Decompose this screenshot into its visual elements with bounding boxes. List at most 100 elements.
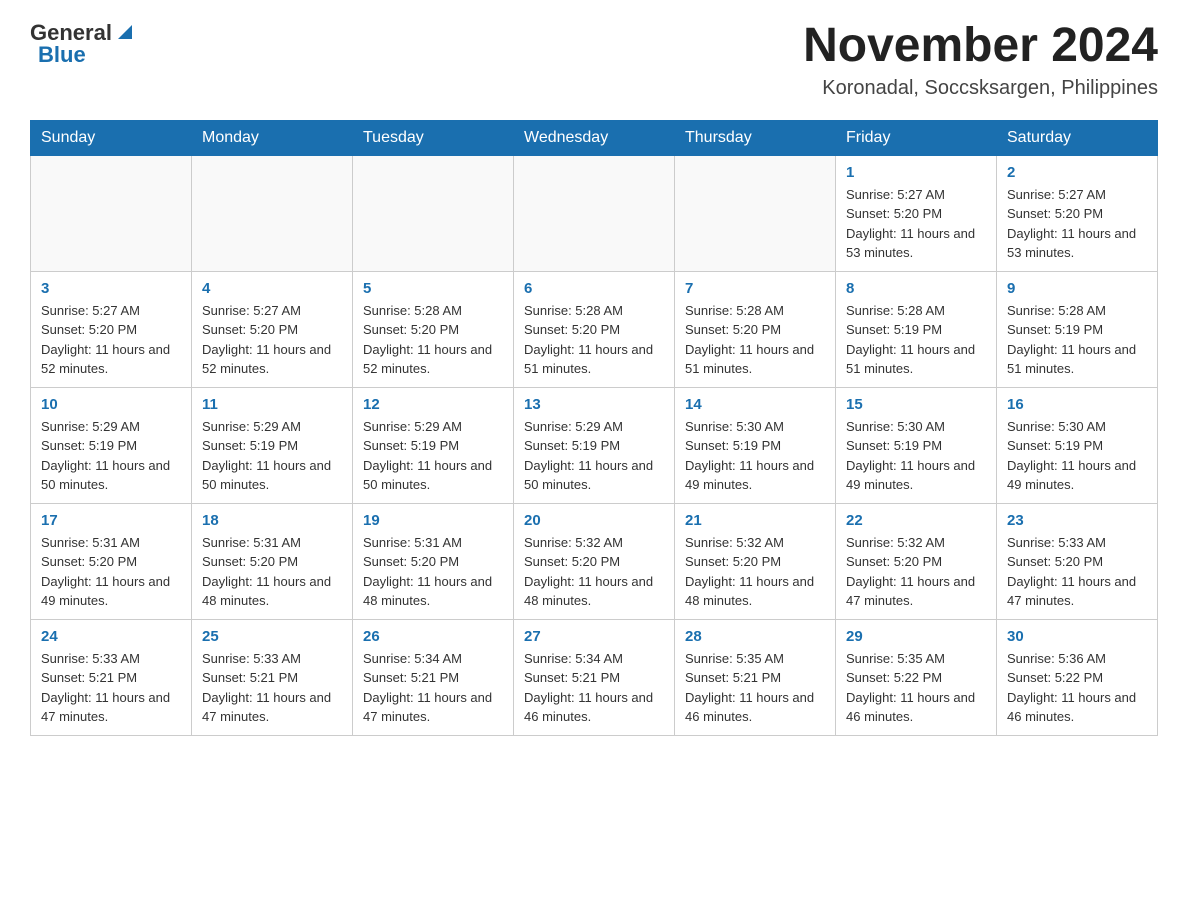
day-number: 29 (846, 628, 986, 645)
calendar-cell: 23 Sunrise: 5:33 AMSunset: 5:20 PMDayligh… (997, 503, 1158, 619)
day-info: Sunrise: 5:28 AMSunset: 5:19 PMDaylight:… (846, 301, 986, 379)
calendar-cell: 25 Sunrise: 5:33 AMSunset: 5:21 PMDayligh… (192, 619, 353, 735)
day-info: Sunrise: 5:27 AMSunset: 5:20 PMDaylight:… (202, 301, 342, 379)
calendar-cell (675, 155, 836, 271)
day-number: 11 (202, 396, 342, 413)
calendar-cell: 14Sunrise: 5:30 AMSunset: 5:19 PMDayligh… (675, 387, 836, 503)
day-info: Sunrise: 5:30 AMSunset: 5:19 PMDaylight:… (846, 417, 986, 495)
day-info: Sunrise: 5:30 AMSunset: 5:19 PMDaylight:… (685, 417, 825, 495)
calendar-cell: 19 Sunrise: 5:31 AMSunset: 5:20 PMDayligh… (353, 503, 514, 619)
day-number: 27 (524, 628, 664, 645)
day-number: 22 (846, 512, 986, 529)
page-header: General Blue November 2024 Koronadal, So… (30, 20, 1158, 100)
calendar-week-row: 24Sunrise: 5:33 AMSunset: 5:21 PMDayligh… (31, 619, 1158, 735)
day-number: 21 (685, 512, 825, 529)
day-info: Sunrise: 5:27 AMSunset: 5:20 PMDaylight:… (846, 185, 986, 263)
calendar-cell: 7Sunrise: 5:28 AMSunset: 5:20 PMDaylight… (675, 271, 836, 387)
day-info: Sunrise: 5:33 AMSunset: 5:20 PMDaylight:… (1007, 533, 1147, 611)
day-number: 17 (41, 512, 181, 529)
day-info: Sunrise: 5:35 AMSunset: 5:21 PMDaylight:… (685, 649, 825, 727)
calendar-cell: 5 Sunrise: 5:28 AMSunset: 5:20 PMDaylight… (353, 271, 514, 387)
day-number: 16 (1007, 396, 1147, 413)
calendar-cell: 17 Sunrise: 5:31 AMSunset: 5:20 PMDayligh… (31, 503, 192, 619)
day-number: 10 (41, 396, 181, 413)
day-number: 26 (363, 628, 503, 645)
calendar-cell: 24Sunrise: 5:33 AMSunset: 5:21 PMDayligh… (31, 619, 192, 735)
day-info: Sunrise: 5:31 AMSunset: 5:20 PMDaylight:… (363, 533, 503, 611)
calendar-cell: 27 Sunrise: 5:34 AMSunset: 5:21 PMDayligh… (514, 619, 675, 735)
day-number: 20 (524, 512, 664, 529)
calendar-cell: 3 Sunrise: 5:27 AMSunset: 5:20 PMDaylight… (31, 271, 192, 387)
day-info: Sunrise: 5:28 AMSunset: 5:19 PMDaylight:… (1007, 301, 1147, 379)
calendar-cell: 15 Sunrise: 5:30 AMSunset: 5:19 PMDayligh… (836, 387, 997, 503)
calendar-table: SundayMondayTuesdayWednesdayThursdayFrid… (30, 120, 1158, 736)
day-number: 13 (524, 396, 664, 413)
day-number: 8 (846, 280, 986, 297)
calendar-cell: 21Sunrise: 5:32 AMSunset: 5:20 PMDayligh… (675, 503, 836, 619)
header-right: November 2024 Koronadal, Soccsksargen, P… (803, 20, 1158, 100)
day-info: Sunrise: 5:34 AMSunset: 5:21 PMDaylight:… (524, 649, 664, 727)
day-info: Sunrise: 5:34 AMSunset: 5:21 PMDaylight:… (363, 649, 503, 727)
day-info: Sunrise: 5:33 AMSunset: 5:21 PMDaylight:… (202, 649, 342, 727)
day-info: Sunrise: 5:35 AMSunset: 5:22 PMDaylight:… (846, 649, 986, 727)
calendar-week-row: 10 Sunrise: 5:29 AMSunset: 5:19 PMDayligh… (31, 387, 1158, 503)
calendar-cell: 6Sunrise: 5:28 AMSunset: 5:20 PMDaylight… (514, 271, 675, 387)
calendar-cell: 9 Sunrise: 5:28 AMSunset: 5:19 PMDaylight… (997, 271, 1158, 387)
calendar-cell: 11 Sunrise: 5:29 AMSunset: 5:19 PMDayligh… (192, 387, 353, 503)
day-number: 30 (1007, 628, 1147, 645)
logo-blue: Blue (38, 42, 86, 68)
calendar-day-header: Wednesday (514, 120, 675, 155)
day-info: Sunrise: 5:29 AMSunset: 5:19 PMDaylight:… (363, 417, 503, 495)
day-number: 28 (685, 628, 825, 645)
day-info: Sunrise: 5:30 AMSunset: 5:19 PMDaylight:… (1007, 417, 1147, 495)
logo-triangle-icon (114, 21, 136, 43)
day-info: Sunrise: 5:29 AMSunset: 5:19 PMDaylight:… (202, 417, 342, 495)
day-info: Sunrise: 5:33 AMSunset: 5:21 PMDaylight:… (41, 649, 181, 727)
day-info: Sunrise: 5:36 AMSunset: 5:22 PMDaylight:… (1007, 649, 1147, 727)
day-number: 5 (363, 280, 503, 297)
day-info: Sunrise: 5:27 AMSunset: 5:20 PMDaylight:… (1007, 185, 1147, 263)
calendar-cell: 16 Sunrise: 5:30 AMSunset: 5:19 PMDayligh… (997, 387, 1158, 503)
calendar-day-header: Saturday (997, 120, 1158, 155)
calendar-week-row: 3 Sunrise: 5:27 AMSunset: 5:20 PMDaylight… (31, 271, 1158, 387)
day-number: 19 (363, 512, 503, 529)
calendar-cell: 20 Sunrise: 5:32 AMSunset: 5:20 PMDayligh… (514, 503, 675, 619)
day-number: 6 (524, 280, 664, 297)
day-number: 12 (363, 396, 503, 413)
day-number: 3 (41, 280, 181, 297)
day-number: 18 (202, 512, 342, 529)
calendar-cell: 12 Sunrise: 5:29 AMSunset: 5:19 PMDayligh… (353, 387, 514, 503)
day-number: 15 (846, 396, 986, 413)
day-info: Sunrise: 5:31 AMSunset: 5:20 PMDaylight:… (202, 533, 342, 611)
calendar-cell: 28 Sunrise: 5:35 AMSunset: 5:21 PMDayligh… (675, 619, 836, 735)
day-number: 23 (1007, 512, 1147, 529)
calendar-cell: 29 Sunrise: 5:35 AMSunset: 5:22 PMDayligh… (836, 619, 997, 735)
day-info: Sunrise: 5:28 AMSunset: 5:20 PMDaylight:… (363, 301, 503, 379)
day-number: 2 (1007, 164, 1147, 181)
calendar-day-header: Monday (192, 120, 353, 155)
day-info: Sunrise: 5:32 AMSunset: 5:20 PMDaylight:… (524, 533, 664, 611)
day-number: 9 (1007, 280, 1147, 297)
day-number: 25 (202, 628, 342, 645)
calendar-cell (353, 155, 514, 271)
day-info: Sunrise: 5:32 AMSunset: 5:20 PMDaylight:… (846, 533, 986, 611)
calendar-cell: 1 Sunrise: 5:27 AMSunset: 5:20 PMDaylight… (836, 155, 997, 271)
day-info: Sunrise: 5:29 AMSunset: 5:19 PMDaylight:… (41, 417, 181, 495)
calendar-cell: 13Sunrise: 5:29 AMSunset: 5:19 PMDayligh… (514, 387, 675, 503)
calendar-day-header: Tuesday (353, 120, 514, 155)
day-info: Sunrise: 5:27 AMSunset: 5:20 PMDaylight:… (41, 301, 181, 379)
calendar-cell: 26 Sunrise: 5:34 AMSunset: 5:21 PMDayligh… (353, 619, 514, 735)
calendar-cell (31, 155, 192, 271)
calendar-day-header: Thursday (675, 120, 836, 155)
day-info: Sunrise: 5:31 AMSunset: 5:20 PMDaylight:… (41, 533, 181, 611)
calendar-week-row: 17 Sunrise: 5:31 AMSunset: 5:20 PMDayligh… (31, 503, 1158, 619)
day-number: 1 (846, 164, 986, 181)
month-title: November 2024 (803, 20, 1158, 73)
calendar-day-header: Sunday (31, 120, 192, 155)
calendar-cell: 30 Sunrise: 5:36 AMSunset: 5:22 PMDayligh… (997, 619, 1158, 735)
calendar-cell: 22 Sunrise: 5:32 AMSunset: 5:20 PMDayligh… (836, 503, 997, 619)
calendar-day-header: Friday (836, 120, 997, 155)
location: Koronadal, Soccsksargen, Philippines (803, 77, 1158, 100)
day-number: 7 (685, 280, 825, 297)
calendar-cell: 2 Sunrise: 5:27 AMSunset: 5:20 PMDaylight… (997, 155, 1158, 271)
